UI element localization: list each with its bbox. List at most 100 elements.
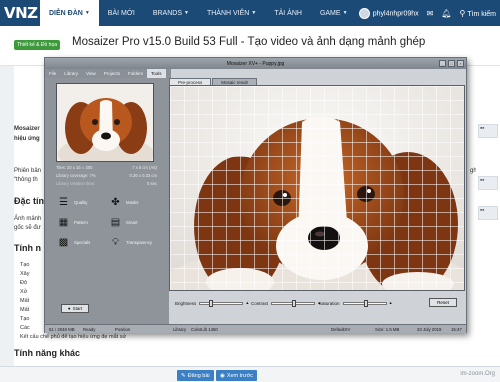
nav-item-game[interactable]: GAME ▼ xyxy=(311,0,357,26)
brightness-slider[interactable] xyxy=(199,299,244,307)
nav-item-new-posts[interactable]: BÀI MỚI xyxy=(99,0,144,26)
menu-view[interactable]: View xyxy=(82,69,100,78)
minimize-button[interactable]: _ xyxy=(439,60,446,67)
sidebar-thumb-icon: ■■ xyxy=(480,178,485,182)
nav-item-members[interactable]: THÀNH VIÊN ▼ xyxy=(198,0,265,26)
post-label: Đăng bài xyxy=(187,372,210,379)
nav-item-upload[interactable]: TẢI ẢNH xyxy=(265,0,311,26)
post-reply-button[interactable]: ✎ Đăng bài xyxy=(177,370,214,381)
start-label: Start xyxy=(72,306,83,311)
right-sidebar: ■■ ■■ ■■ xyxy=(476,66,500,366)
tool-masks[interactable]: ✤ Masks xyxy=(109,196,138,208)
search-button[interactable]: ⚲ Tìm kiếm xyxy=(460,9,496,18)
slider-knob[interactable] xyxy=(292,299,297,307)
image-canvas[interactable] xyxy=(169,85,465,291)
saturation-label: Saturation xyxy=(319,300,340,306)
position-status: Position xyxy=(115,327,131,332)
menu-library[interactable]: Library xyxy=(60,69,82,78)
slider-knob[interactable] xyxy=(209,299,214,307)
list-item: Độ xyxy=(20,280,28,286)
specials-grid-icon: ▩ xyxy=(58,236,69,248)
mode-status: DefaultXV xyxy=(331,327,351,332)
spin-icon[interactable]: ▴ xyxy=(390,300,392,306)
maximize-button[interactable]: □ xyxy=(448,60,455,67)
mail-icon[interactable]: ✉ xyxy=(427,9,434,18)
tiles-info: Tiles: 20 x 15 = 300 xyxy=(56,165,93,170)
search-icon: ⚲ xyxy=(459,8,466,18)
status-bar: 51 / 2048 MB Ready Position Library Colo… xyxy=(45,324,466,333)
article-text: gốc sẽ đư xyxy=(14,225,41,231)
menu-folders[interactable]: Folders xyxy=(124,69,147,78)
nav-item-label: BÀI MỚI xyxy=(107,9,135,17)
source-image-thumbnail[interactable] xyxy=(56,83,154,162)
sidebar-thumb[interactable]: ■■ xyxy=(478,176,498,190)
eye-icon: ◉ xyxy=(220,372,225,379)
bell-icon[interactable]: 🔔︎ xyxy=(441,9,451,18)
list-item: Mất xyxy=(20,307,30,313)
list-item: Kết cấu chế phủ để tạo hiệu ứng đẹ mắt s… xyxy=(20,334,127,340)
contrast-label: Contrast xyxy=(251,300,269,306)
reset-button[interactable]: Reset xyxy=(429,298,457,307)
list-item: Xử xyxy=(20,289,28,295)
tool-pattern[interactable]: ▦ Pattern xyxy=(57,216,88,228)
masks-puzzle-icon: ✤ xyxy=(111,196,120,208)
date-status: 23 July 2019 xyxy=(417,327,442,332)
thread-title: Mosaizer Pro v15.0 Build 53 Full - Tạo v… xyxy=(72,36,426,48)
creation-time-label: Library creation time: xyxy=(56,181,96,186)
preview-button[interactable]: ◉ Xem trước xyxy=(216,370,258,381)
contrast-slider[interactable] xyxy=(271,299,316,307)
article-text: hiệu ứng xyxy=(14,136,40,142)
tab-mosaic-result[interactable]: Mosaic result xyxy=(212,78,257,85)
saturation-slider[interactable] xyxy=(342,299,387,307)
menu-file[interactable]: File xyxy=(45,69,60,78)
site-logo[interactable]: VNZ xyxy=(4,4,40,22)
coverage-info: Library coverage: 7% xyxy=(56,173,96,178)
nav-item-brands[interactable]: BRANDS ▼ xyxy=(144,0,198,26)
nav-item-label: TẢI ẢNH xyxy=(274,9,302,17)
menu-projects[interactable]: Projects xyxy=(100,69,124,78)
close-button[interactable]: × xyxy=(457,60,464,67)
tool-label: Pattern xyxy=(74,219,88,225)
start-button[interactable]: ● Start xyxy=(61,304,89,313)
sidebar-thumb-icon: ■■ xyxy=(480,126,485,130)
article-text: Mosaizer xyxy=(14,126,40,132)
saturation-control: Saturation ▴ xyxy=(319,299,392,307)
username: phyl4nhpr09hx xyxy=(372,9,419,17)
spin-icon[interactable]: ▴ xyxy=(246,300,248,306)
tool-specials[interactable]: ▩ Specials xyxy=(57,236,90,248)
app-menu-bar: File Library View Projects Folders Tools xyxy=(45,69,171,78)
tool-label: Quality xyxy=(74,199,88,205)
creation-time-value: 0 sec xyxy=(146,181,157,186)
colorlib-status: ColorLib 1450 xyxy=(191,327,218,332)
tool-smart[interactable]: ▤ Smart xyxy=(109,216,138,228)
brightness-label: Brightness xyxy=(175,300,197,306)
nav-item-label: GAME xyxy=(319,9,341,17)
nav-item-forum[interactable]: DIỄN ĐÀN ▼ xyxy=(40,0,99,26)
memory-status: 51 / 2048 MB xyxy=(49,327,75,332)
list-item: Tạo xyxy=(20,262,30,268)
tool-label: Smart xyxy=(126,219,138,225)
article-text: “thông th xyxy=(14,177,38,183)
tool-quality[interactable]: ☰ Quality xyxy=(57,196,87,208)
sidebar-thumb[interactable]: ■■ xyxy=(478,206,498,220)
coverage-size: 0.36 x 0.33 cm xyxy=(129,173,157,178)
start-icon: ● xyxy=(67,306,71,311)
list-item: Các xyxy=(20,325,30,331)
sidebar-thumb[interactable]: ■■ xyxy=(478,124,498,138)
slider-knob[interactable] xyxy=(363,299,368,307)
list-item: Mất xyxy=(20,298,30,304)
window-controls: _ □ × xyxy=(439,60,464,67)
tiles-size: 7 x 5 cm (A5) xyxy=(132,165,157,170)
menu-tools[interactable]: Tools xyxy=(147,69,166,78)
nav-item-label: DIỄN ĐÀN xyxy=(49,9,83,17)
chevron-down-icon: ▼ xyxy=(342,10,348,16)
tab-pre-process[interactable]: Pre-process xyxy=(169,78,212,85)
user-menu[interactable]: phyl4nhpr09hx xyxy=(358,7,419,19)
chevron-down-icon: ▼ xyxy=(84,10,90,16)
window-title-bar[interactable]: Mosaizer XV+ - Puppy.jpg _ □ × xyxy=(45,58,466,69)
category-tag[interactable]: Thiết kế & Đồ họa xyxy=(14,40,61,50)
mosaic-grid-overlay xyxy=(170,86,464,290)
time-status: 15:47 xyxy=(451,327,462,332)
quality-sliders-icon: ☰ xyxy=(59,196,68,208)
tool-transparency[interactable]: 💡︎ Transparency xyxy=(109,236,152,248)
